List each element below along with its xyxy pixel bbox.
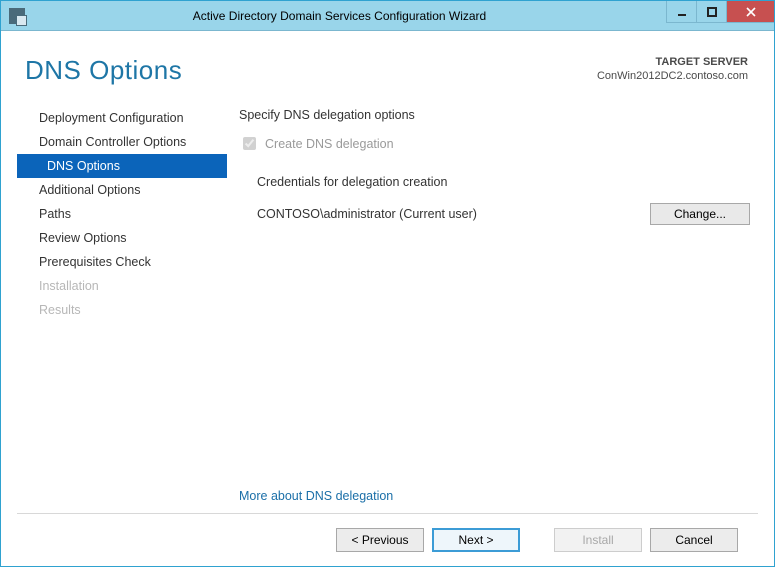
credentials-heading: Credentials for delegation creation	[257, 175, 750, 189]
create-dns-delegation-row: Create DNS delegation	[239, 134, 750, 153]
target-server-name: ConWin2012DC2.contoso.com	[597, 69, 748, 83]
next-button[interactable]: Next >	[432, 528, 520, 552]
maximize-button[interactable]	[696, 1, 726, 23]
close-icon	[746, 7, 756, 17]
section-title: Specify DNS delegation options	[239, 108, 750, 122]
sidebar-item-paths[interactable]: Paths	[17, 202, 227, 226]
header-row: DNS Options TARGET SERVER ConWin2012DC2.…	[17, 41, 758, 104]
maximize-icon	[707, 7, 717, 17]
window-title: Active Directory Domain Services Configu…	[25, 9, 774, 23]
sidebar-item-review-options[interactable]: Review Options	[17, 226, 227, 250]
footer: < Previous Next > Install Cancel	[17, 513, 758, 566]
wizard-window: Active Directory Domain Services Configu…	[0, 0, 775, 567]
more-about-dns-delegation-link[interactable]: More about DNS delegation	[239, 489, 750, 503]
minimize-button[interactable]	[666, 1, 696, 23]
create-dns-delegation-label: Create DNS delegation	[265, 137, 394, 151]
change-credentials-button[interactable]: Change...	[650, 203, 750, 225]
content-area: DNS Options TARGET SERVER ConWin2012DC2.…	[1, 31, 774, 566]
sidebar-item-deployment-configuration[interactable]: Deployment Configuration	[17, 106, 227, 130]
target-server-label: TARGET SERVER	[597, 55, 748, 69]
sidebar-item-dns-options[interactable]: DNS Options	[17, 154, 227, 178]
main-panel: Specify DNS delegation options Create DN…	[227, 104, 758, 513]
credentials-row: CONTOSO\administrator (Current user) Cha…	[257, 203, 750, 225]
create-dns-delegation-checkbox	[243, 137, 256, 150]
app-icon	[9, 8, 25, 24]
sidebar-item-additional-options[interactable]: Additional Options	[17, 178, 227, 202]
previous-button[interactable]: < Previous	[336, 528, 424, 552]
sidebar-item-results: Results	[17, 298, 227, 322]
page-title: DNS Options	[25, 55, 182, 86]
button-gap	[528, 528, 546, 552]
sidebar-item-installation: Installation	[17, 274, 227, 298]
minimize-icon	[677, 7, 687, 17]
install-button: Install	[554, 528, 642, 552]
sidebar: Deployment Configuration Domain Controll…	[17, 104, 227, 513]
cancel-button[interactable]: Cancel	[650, 528, 738, 552]
spacer	[239, 225, 750, 489]
titlebar[interactable]: Active Directory Domain Services Configu…	[1, 1, 774, 31]
target-server-block: TARGET SERVER ConWin2012DC2.contoso.com	[597, 55, 748, 84]
close-button[interactable]	[726, 1, 774, 23]
credentials-user: CONTOSO\administrator (Current user)	[257, 207, 587, 221]
sidebar-item-prerequisites-check[interactable]: Prerequisites Check	[17, 250, 227, 274]
body-row: Deployment Configuration Domain Controll…	[17, 104, 758, 513]
sidebar-item-domain-controller-options[interactable]: Domain Controller Options	[17, 130, 227, 154]
window-controls	[666, 1, 774, 23]
